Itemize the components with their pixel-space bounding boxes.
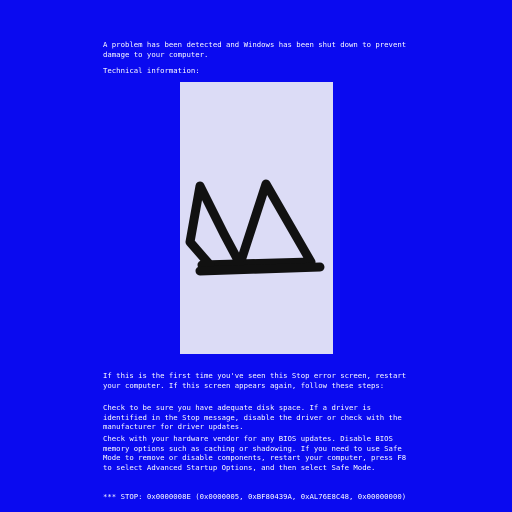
- intro-text: A problem has been detected and Windows …: [103, 40, 407, 59]
- bsod-screen: A problem has been detected and Windows …: [0, 0, 512, 512]
- first-time-text: If this is the first time you've seen th…: [103, 371, 407, 390]
- hardware-text: Check with your hardware vendor for any …: [103, 434, 407, 472]
- sketch-panel: [180, 82, 333, 354]
- mountain-sketch-icon: [185, 179, 325, 276]
- technical-info-label: Technical information:: [103, 66, 200, 75]
- disk-space-text: Check to be sure you have adequate disk …: [103, 403, 402, 432]
- stop-code: *** STOP: 0x0000008E (0x0000005, 0xBF804…: [103, 492, 407, 501]
